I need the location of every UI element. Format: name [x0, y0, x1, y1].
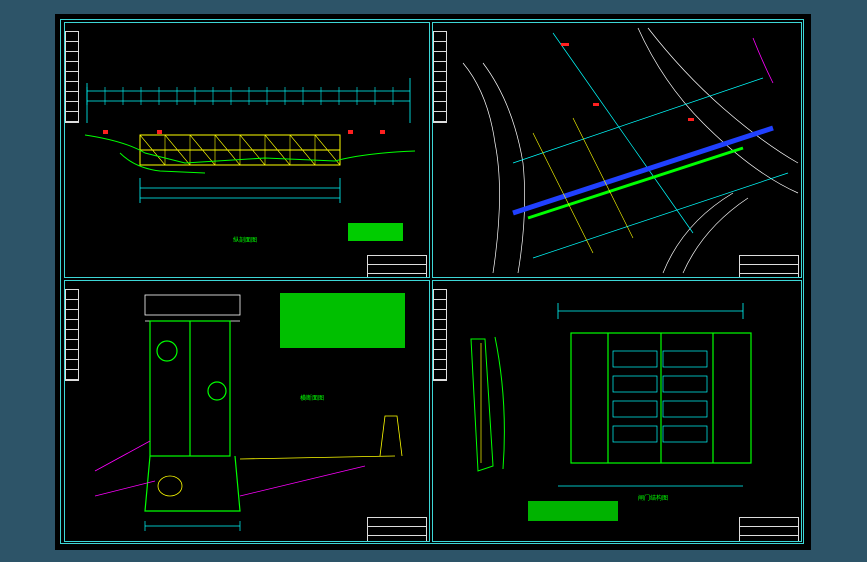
plan-drawing [462, 27, 799, 274]
panel-gate-detail[interactable]: 闸门结构图 [432, 280, 802, 542]
panel-cross-section[interactable]: 横断面图 [64, 280, 430, 542]
panel-elevation[interactable]: 纵剖面图 [64, 22, 430, 278]
panel-caption: 闸门结构图 [638, 495, 669, 502]
cross-section-drawing [94, 293, 405, 531]
panel-plan-site[interactable] [432, 22, 802, 278]
title-block [367, 517, 427, 541]
title-block [367, 255, 427, 277]
title-block [739, 255, 799, 277]
panel-caption: 纵剖面图 [233, 237, 258, 244]
gate-drawing [470, 303, 752, 521]
title-block [739, 517, 799, 541]
drawing-sheet: 纵剖面图 横断面图 闸门结构图 [55, 14, 811, 550]
panel-caption: 横断面图 [300, 395, 325, 402]
